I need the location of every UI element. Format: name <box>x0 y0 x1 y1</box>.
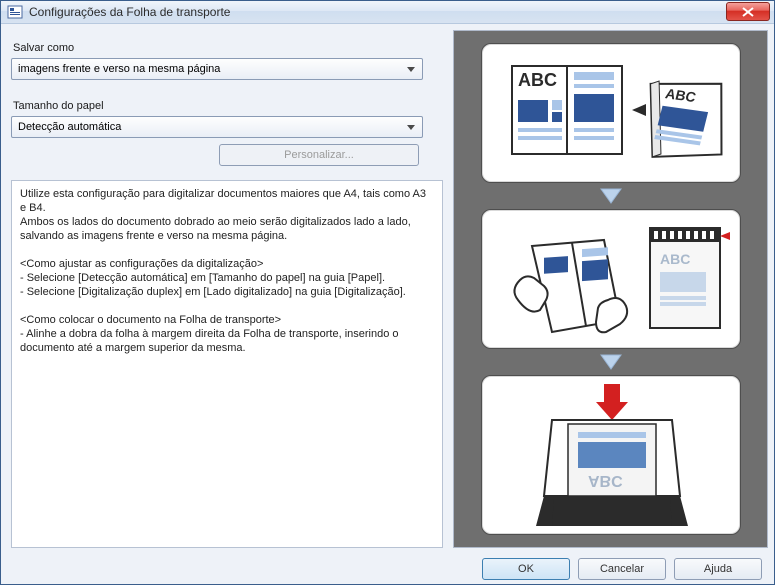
ok-label: OK <box>518 563 534 575</box>
close-icon <box>742 7 754 17</box>
illustration-insert-carrier: ABC <box>481 209 741 349</box>
illustration-pane: ABC <box>453 30 768 548</box>
doc-text: ABC <box>518 70 557 90</box>
titlebar: Configurações da Folha de transporte <box>1 1 774 24</box>
svg-text:ABC: ABC <box>660 251 690 267</box>
arrow-down-icon <box>599 187 623 205</box>
close-button[interactable] <box>726 2 770 21</box>
svg-text:ABC: ABC <box>588 472 623 489</box>
save-as-value: imagens frente e verso na mesma página <box>18 63 220 75</box>
help-button[interactable]: Ajuda <box>674 558 762 580</box>
dialog-window: Configurações da Folha de transporte Sal… <box>0 0 775 585</box>
paper-size-value: Detecção automática <box>18 121 121 133</box>
customize-button: Personalizar... <box>219 144 419 166</box>
left-pane: Salvar como imagens frente e verso na me… <box>7 30 447 548</box>
chevron-down-icon <box>404 121 418 133</box>
description-box: Utilize esta configuração para digitaliz… <box>11 180 443 548</box>
dialog-footer: OK Cancelar Ajuda <box>1 554 774 584</box>
customize-label: Personalizar... <box>284 149 354 161</box>
window-title: Configurações da Folha de transporte <box>29 5 726 19</box>
illustration-scanner-feed: ABC <box>481 375 741 535</box>
save-as-select[interactable]: imagens frente e verso na mesma página <box>11 58 423 80</box>
help-label: Ajuda <box>704 563 732 575</box>
ok-button[interactable]: OK <box>482 558 570 580</box>
cancel-button[interactable]: Cancelar <box>578 558 666 580</box>
paper-size-label: Tamanho do papel <box>13 100 443 112</box>
save-as-label: Salvar como <box>13 42 443 54</box>
illustration-open-and-fold: ABC <box>481 43 741 183</box>
paper-size-select[interactable]: Detecção automática <box>11 116 423 138</box>
cancel-label: Cancelar <box>600 563 644 575</box>
form-area: Salvar como imagens frente e verso na me… <box>7 30 447 176</box>
arrow-down-icon <box>599 353 623 371</box>
app-icon <box>7 4 23 20</box>
content-area: Salvar como imagens frente e verso na me… <box>1 24 774 554</box>
chevron-down-icon <box>404 63 418 75</box>
